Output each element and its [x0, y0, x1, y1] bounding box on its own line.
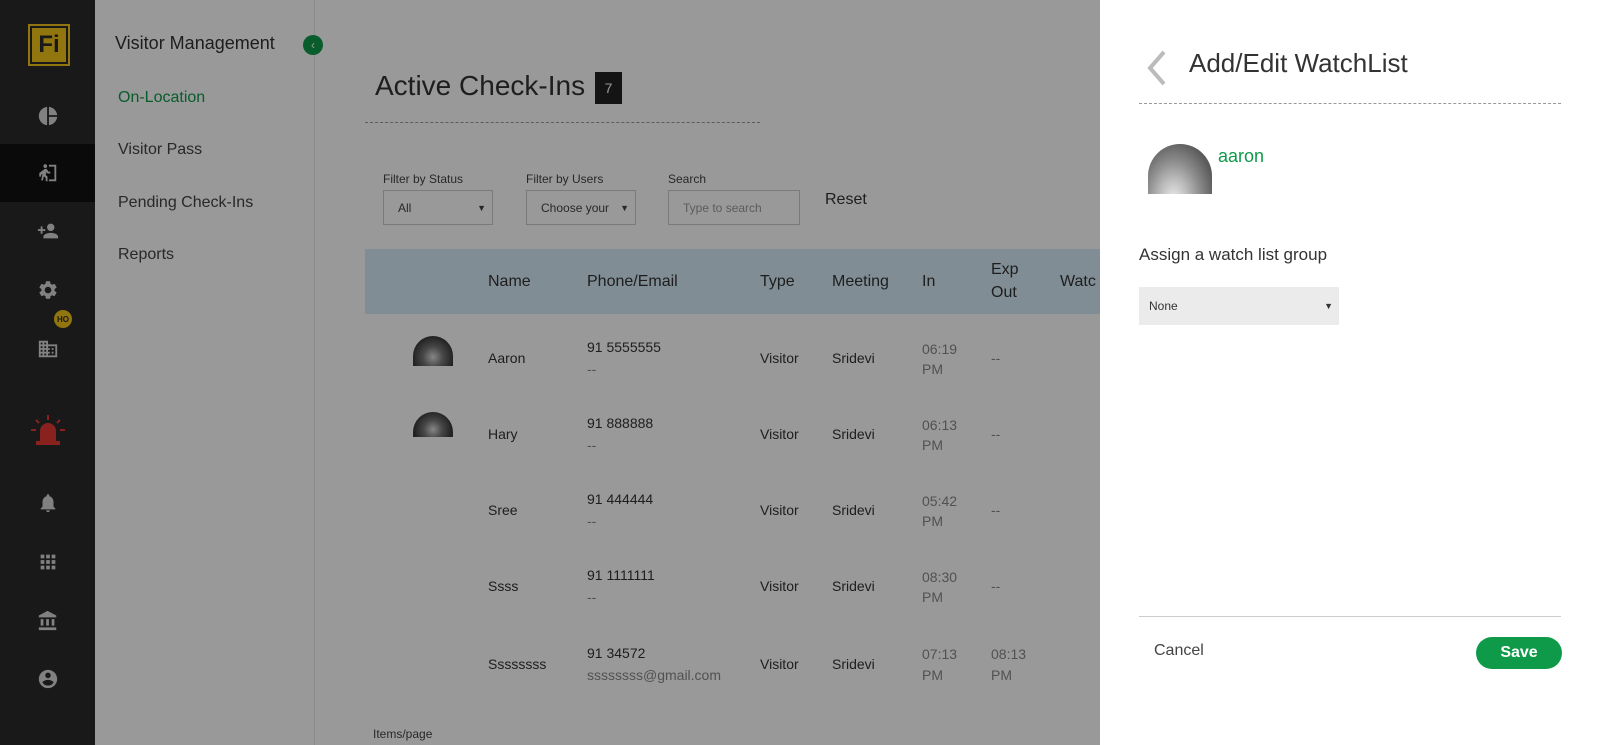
watchlist-drawer: Add/Edit WatchList aaron Assign a watch …	[1100, 0, 1600, 745]
assign-group-label: Assign a watch list group	[1139, 245, 1328, 264]
caret-down-icon: ▼	[1324, 301, 1333, 311]
profile-photo	[1148, 144, 1212, 194]
drawer-title: Add/Edit WatchList	[1189, 48, 1408, 78]
chevron-left-icon[interactable]	[1138, 48, 1178, 88]
footer-divider	[1139, 616, 1561, 617]
drawer-divider	[1139, 103, 1561, 104]
save-button[interactable]: Save	[1476, 637, 1562, 669]
watchlist-group-value: None	[1149, 299, 1178, 313]
person-name: aaron	[1218, 146, 1265, 166]
watchlist-group-select[interactable]: None ▼	[1139, 287, 1339, 325]
cancel-button[interactable]: Cancel	[1154, 642, 1204, 660]
